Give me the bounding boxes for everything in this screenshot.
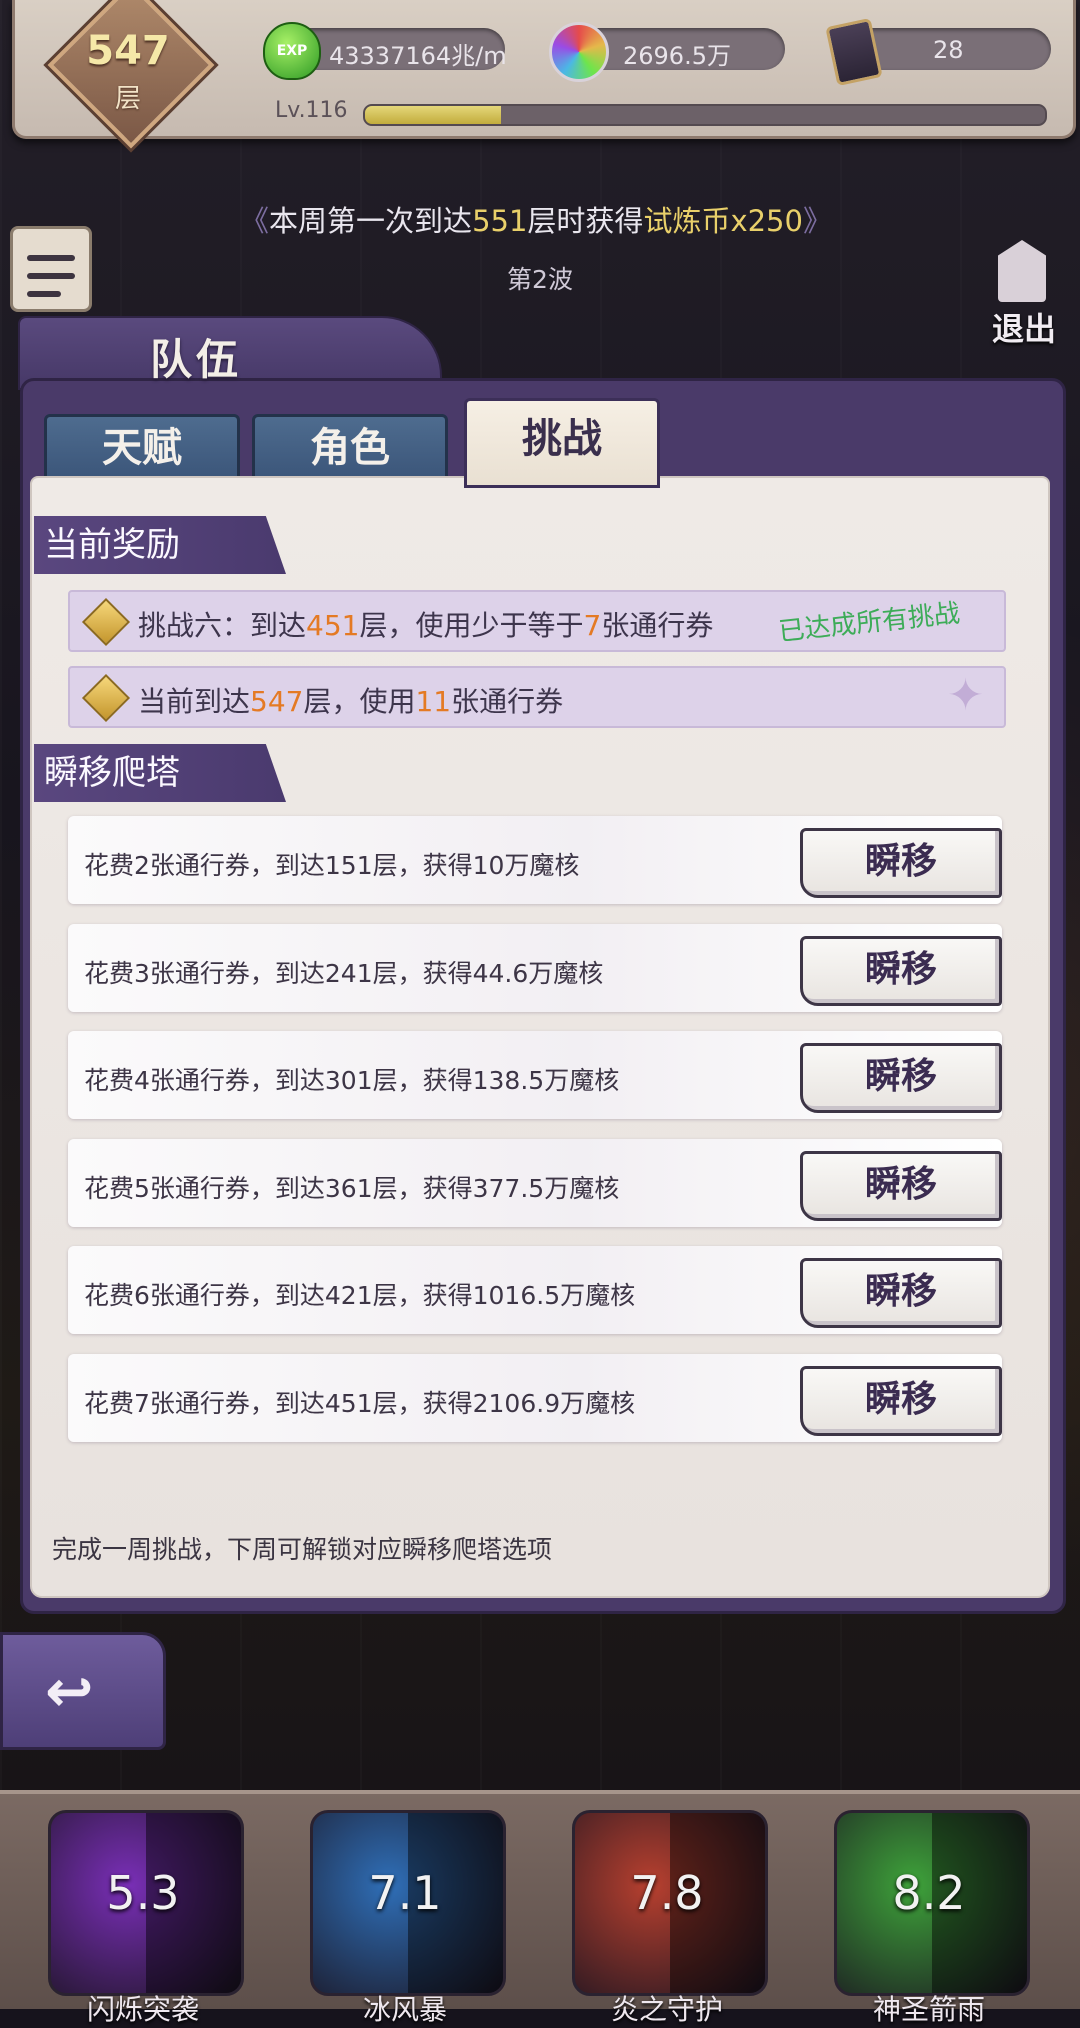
challenge-reward-text: 挑战六：到达451层，使用少于等于7张通行券	[138, 604, 713, 644]
level-progress-bar	[363, 104, 1047, 126]
teleport-row-text: 花费7张通行券，到达451层，获得2106.9万魔核	[84, 1389, 636, 1418]
level-label: Lv.116	[275, 98, 348, 123]
current-floor: 547	[250, 685, 304, 718]
core-value: 2696.5万	[623, 42, 731, 70]
skill-cooldown: 8.2	[892, 1866, 966, 1920]
pass-ticket-icon	[825, 17, 883, 87]
skill-slot[interactable]: 5.3 闪烁突袭	[48, 1810, 244, 2026]
exit-door-icon	[998, 240, 1046, 302]
skill-slot[interactable]: 8.2 神圣箭雨	[834, 1810, 1030, 2026]
calendar-line	[27, 273, 75, 279]
teleport-row-text: 花费5张通行券，到达361层，获得377.5万魔核	[84, 1174, 620, 1203]
banner-middle: 层时获得	[527, 204, 644, 238]
current-progress-text: 当前到达547层，使用11张通行券	[138, 680, 563, 720]
skill-cooldown: 7.8	[630, 1866, 704, 1920]
core-stat: 2696.5万	[549, 22, 785, 82]
teleport-row-text: 花费6张通行券，到达421层，获得1016.5万魔核	[84, 1281, 636, 1310]
exp-heart-icon: EXP	[263, 22, 321, 80]
floor-diamond-frame	[47, 0, 215, 149]
exp-value: 4333716​4兆/m	[329, 42, 507, 70]
skill-cooldown: 5.3	[106, 1866, 180, 1920]
floor-badge: 547 层	[47, 0, 215, 150]
current-count: 11	[415, 685, 452, 718]
teleport-row-text: 花费2张通行券，到达151层，获得10万魔核	[84, 851, 580, 880]
back-button[interactable]: ↩	[0, 1632, 166, 1750]
current-progress-row: 当前到达547层，使用11张通行券 ✦	[68, 666, 1006, 728]
skill-bar: 5.3 闪烁突袭 7.1 冰风暴 7.8 炎之守护 8.2 神圣箭雨	[0, 1790, 1080, 2026]
challenge-floor: 451	[306, 609, 360, 642]
challenge-reward-row: 挑战六：到达451层，使用少于等于7张通行券 已达成所有挑战	[68, 590, 1006, 652]
teleport-row: 花费4张通行券，到达301层，获得138.5万魔核 瞬移	[68, 1031, 1002, 1119]
banner-prefix: 本周第一次到达	[269, 204, 473, 238]
current-reward-heading: 当前奖励	[34, 516, 286, 574]
skill-cooldown: 7.1	[368, 1866, 442, 1920]
teleport-heading: 瞬移爬塔	[34, 744, 286, 802]
teleport-button[interactable]: 瞬移	[800, 936, 1002, 1006]
skill-name: 闪烁突袭	[86, 1993, 199, 2026]
teleport-row: 花费3张通行券，到达241层，获得44.6万魔核 瞬移	[68, 924, 1002, 1012]
sparkle-icon: ✦	[947, 670, 984, 721]
banner-right-chevron: 》	[802, 204, 832, 238]
teleport-button[interactable]: 瞬移	[800, 1258, 1002, 1328]
challenge-text-part: 层，使用少于等于	[359, 609, 584, 642]
exit-label: 退出	[991, 310, 1056, 348]
weekly-reward-banner: 《本周第一次到达551层时获得试炼币x250》	[236, 198, 836, 240]
banner-floor: 551	[472, 204, 528, 238]
teleport-button[interactable]: 瞬移	[800, 1043, 1002, 1113]
gold-diamond-icon	[82, 674, 126, 718]
all-challenges-complete-label: 已达成所有挑战	[777, 598, 962, 648]
tab-challenge[interactable]: 挑战	[464, 398, 660, 488]
challenge-text-part: 张通行券	[601, 609, 714, 642]
back-arrow-icon: ↩	[45, 1657, 94, 1725]
exp-stat: EXP 4333716​4兆/m	[263, 22, 507, 80]
challenge-count: 7	[583, 609, 602, 642]
teleport-row: 花费5张通行券，到达361层，获得377.5万魔核 瞬移	[68, 1139, 1002, 1227]
challenge-text-part: 挑战六：到达	[138, 609, 307, 642]
teleport-row-text: 花费3张通行券，到达241层，获得44.6万魔核	[84, 959, 604, 988]
magic-core-orb-icon	[549, 22, 609, 82]
pass-value: 28	[933, 36, 964, 64]
current-text-part: 张通行券	[451, 685, 564, 718]
teleport-button[interactable]: 瞬移	[800, 1151, 1002, 1221]
gold-diamond-icon	[82, 598, 126, 642]
wave-label: 第2波	[507, 265, 573, 294]
floor-number: 547	[86, 28, 170, 74]
skill-name: 冰风暴	[362, 1993, 447, 2026]
teleport-button[interactable]: 瞬移	[800, 1366, 1002, 1436]
level-progress-fill	[365, 106, 501, 124]
current-text-part: 当前到达	[138, 685, 251, 718]
teleport-row: 花费2张通行券，到达151层，获得10万魔核 瞬移	[68, 816, 1002, 904]
exit-button[interactable]: 退出	[976, 240, 1072, 350]
teleport-row: 花费7张通行券，到达451层，获得2106.9万魔核 瞬移	[68, 1354, 1002, 1442]
skill-name: 炎之守护	[610, 1993, 723, 2026]
panel-title: 队伍	[150, 335, 243, 384]
pass-stat: 28	[825, 17, 1051, 87]
calendar-line	[27, 255, 75, 261]
banner-reward: 试炼币x250	[643, 204, 803, 238]
weekly-unlock-note: 完成一周挑战，下周可解锁对应瞬移爬塔选项	[52, 1535, 553, 1564]
skill-name: 神圣箭雨	[872, 1993, 985, 2026]
teleport-button[interactable]: 瞬移	[800, 828, 1002, 898]
banner-left-chevron: 《	[240, 204, 270, 238]
teleport-row-text: 花费4张通行券，到达301层，获得138.5万魔核	[84, 1066, 620, 1095]
calendar-line	[27, 291, 61, 297]
floor-unit: 层	[114, 84, 141, 114]
teleport-row: 花费6张通行券，到达421层，获得1016.5万魔核 瞬移	[68, 1246, 1002, 1334]
calendar-icon[interactable]	[10, 226, 92, 312]
current-text-part: 层，使用	[303, 685, 416, 718]
skill-slot[interactable]: 7.1 冰风暴	[310, 1810, 506, 2026]
skill-slot[interactable]: 7.8 炎之守护	[572, 1810, 768, 2026]
